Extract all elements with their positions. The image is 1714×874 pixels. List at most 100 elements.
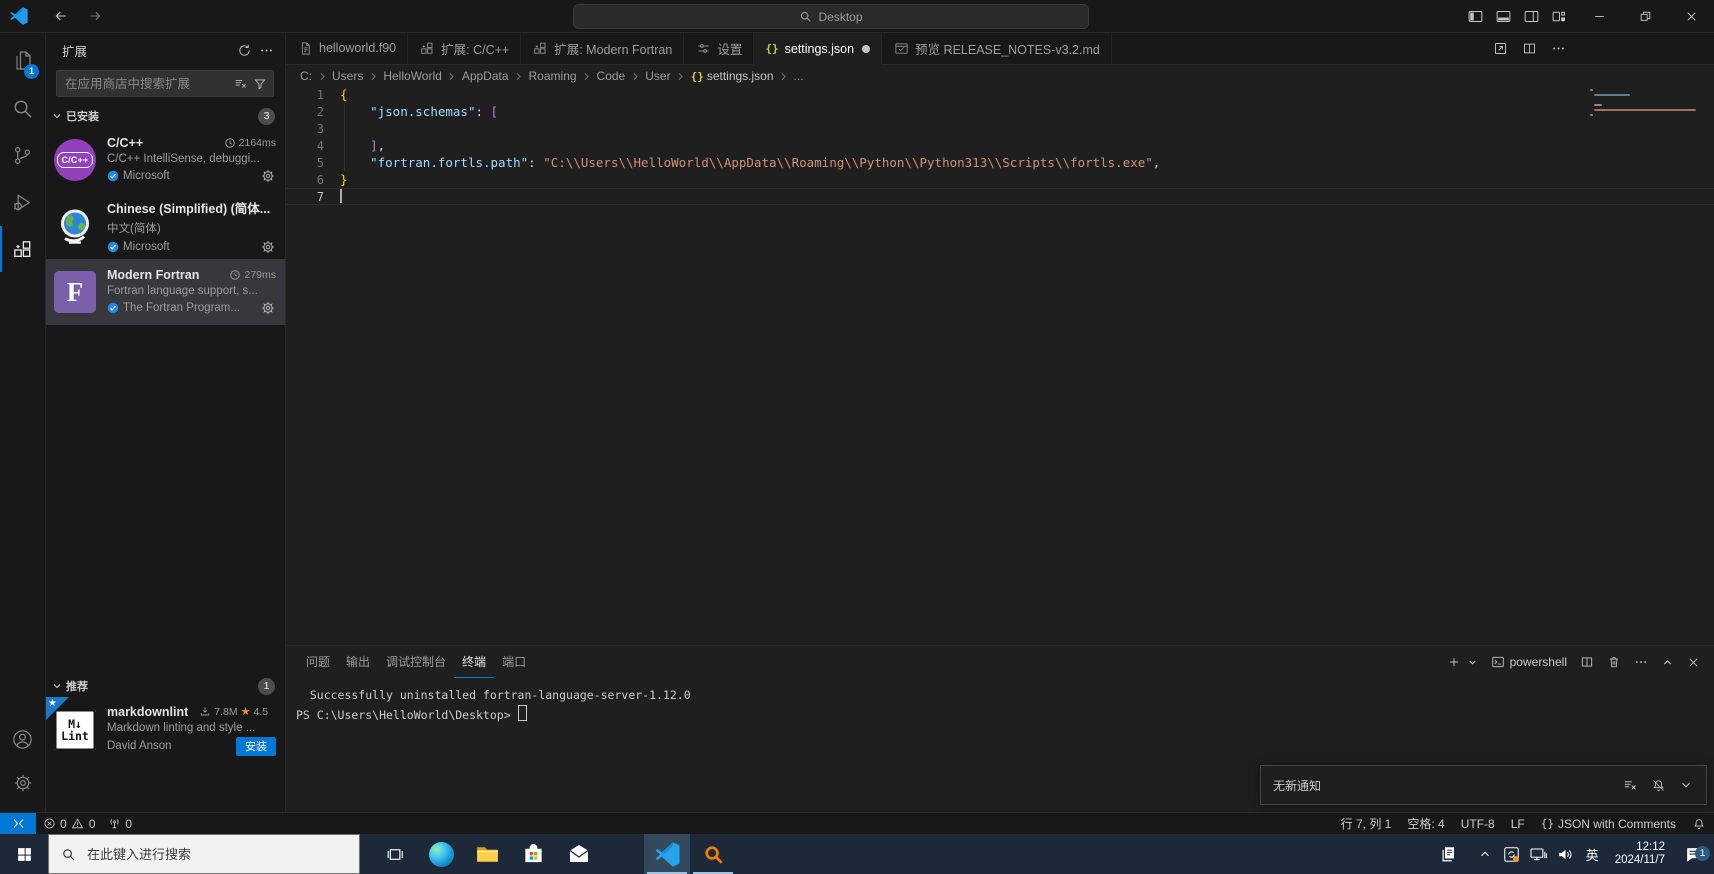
language-mode[interactable]: {} JSON with Comments	[1533, 813, 1684, 835]
edge-icon[interactable]	[418, 834, 464, 874]
vscode-taskbar-icon[interactable]	[644, 834, 690, 874]
extension-item[interactable]: C/C++C/C++2164msC/C++ IntelliSense, debu…	[45, 127, 285, 193]
editor-scrollbar[interactable]	[1700, 86, 1714, 645]
open-changes-icon[interactable]	[1493, 41, 1508, 56]
customize-layout-icon[interactable]	[1551, 8, 1568, 25]
activity-manage[interactable]	[0, 760, 45, 806]
toggle-panel-icon[interactable]	[1495, 8, 1512, 25]
maximize-panel-icon[interactable]	[1661, 656, 1674, 669]
taskbar-search-box[interactable]	[48, 834, 360, 874]
volume-icon[interactable]	[1556, 844, 1576, 864]
close-icon[interactable]	[1668, 0, 1714, 32]
manage-extension-gear-icon[interactable]	[260, 300, 276, 316]
breadcrumb-item[interactable]: C:	[300, 69, 312, 83]
clock[interactable]: 12:12 2024/11/7	[1609, 841, 1671, 867]
panel-tab-调试控制台[interactable]: 调试控制台	[378, 647, 454, 678]
restore-icon[interactable]	[1622, 0, 1668, 32]
tab-设置[interactable]: 设置	[684, 32, 754, 64]
install-button[interactable]: 安装	[236, 737, 276, 756]
extensions-search-box[interactable]	[56, 70, 274, 97]
tab-预览 RELEASE_NOTES-v3.2.md[interactable]: 预览 RELEASE_NOTES-v3.2.md	[882, 32, 1112, 64]
remote-indicator[interactable]	[0, 813, 36, 835]
code-line[interactable]: 7	[286, 188, 1714, 205]
cursor-position[interactable]: 行 7, 列 1	[1333, 813, 1400, 835]
extension-item[interactable]: Chinese (Simplified) (简体...中文(简体)Microso…	[45, 193, 285, 259]
tab-扩展: Modern Fortran[interactable]: 扩展: Modern Fortran	[521, 32, 684, 64]
forward-arrow-icon[interactable]	[87, 8, 103, 24]
activity-explorer[interactable]: 1	[0, 38, 45, 84]
activity-source-control[interactable]	[0, 132, 45, 178]
problems-status[interactable]: 0 0	[36, 813, 101, 835]
minimize-icon[interactable]	[1576, 0, 1622, 32]
manage-extension-gear-icon[interactable]	[260, 168, 276, 184]
tab-helloworld.f90[interactable]: helloworld.f90	[286, 32, 408, 64]
hide-notifications-chevron-icon[interactable]	[1676, 775, 1696, 795]
taskbar-search-input[interactable]	[85, 846, 319, 863]
manage-extension-gear-icon[interactable]	[260, 239, 276, 255]
back-arrow-icon[interactable]	[53, 8, 69, 24]
code-line[interactable]: 3	[286, 120, 1714, 137]
eol-sequence[interactable]: LF	[1503, 813, 1533, 835]
code-line[interactable]: 4 ],	[286, 137, 1714, 154]
new-terminal-icon[interactable]	[1447, 655, 1461, 669]
filter-icon[interactable]	[250, 74, 269, 93]
extensions-search-input[interactable]	[63, 76, 231, 92]
notifications-bell[interactable]	[1684, 813, 1714, 835]
command-center-search[interactable]: Desktop	[573, 4, 1089, 29]
refresh-icon[interactable]	[233, 40, 255, 62]
encoding[interactable]: UTF-8	[1453, 813, 1503, 835]
task-view-button[interactable]	[372, 834, 418, 874]
breadcrumb-item[interactable]: HelloWorld	[383, 69, 441, 83]
tab-扩展: C/C++[interactable]: 扩展: C/C++	[408, 32, 521, 64]
code-line[interactable]: 6}	[286, 171, 1714, 188]
more-actions-icon[interactable]	[1634, 655, 1648, 669]
file-explorer-icon[interactable]	[464, 834, 510, 874]
terminal-instance[interactable]: powershell	[1491, 655, 1567, 669]
action-center-button[interactable]: 1	[1678, 845, 1708, 864]
terminal-output[interactable]: Successfully uninstalled fortran-languag…	[286, 678, 1714, 722]
code-editor[interactable]: 1{2 "json.schemas": [34 ],5 "fortran.for…	[286, 86, 1714, 645]
toggle-sidebar-icon[interactable]	[1467, 8, 1484, 25]
recommended-section-header[interactable]: 推荐 1	[45, 675, 285, 697]
do-not-disturb-icon[interactable]	[1648, 775, 1668, 795]
ime-indicator[interactable]: 英	[1583, 845, 1602, 864]
breadcrumb-file[interactable]: settings.json	[707, 69, 774, 83]
extension-item[interactable]: ★M↓Lintmarkdownlint7.8M★4.5Markdown lint…	[45, 697, 285, 763]
minimap[interactable]	[1590, 89, 1700, 149]
breadcrumb-item[interactable]: Roaming	[529, 69, 577, 83]
launch-profile-chevron-icon[interactable]	[1467, 657, 1478, 668]
microsoft-store-icon[interactable]	[510, 834, 556, 874]
breadcrumb-symbol[interactable]: ...	[794, 69, 804, 83]
everything-search-icon[interactable]	[690, 834, 736, 874]
kill-terminal-icon[interactable]	[1607, 655, 1621, 669]
activity-accounts[interactable]	[0, 716, 45, 762]
network-icon[interactable]	[1529, 844, 1549, 864]
panel-tab-端口[interactable]: 端口	[494, 647, 534, 678]
activity-extensions[interactable]	[0, 226, 45, 272]
close-panel-icon[interactable]	[1687, 656, 1700, 669]
hidden-icons-chevron-icon[interactable]	[1475, 844, 1495, 864]
breadcrumb-item[interactable]: User	[645, 69, 670, 83]
extension-item[interactable]: FModern Fortran279msFortran language sup…	[45, 259, 285, 325]
split-terminal-icon[interactable]	[1580, 655, 1594, 669]
tab-settings.json[interactable]: {}settings.json	[754, 32, 882, 65]
notification-center[interactable]: 无新通知	[1260, 765, 1707, 805]
installed-section-header[interactable]: 已安装 3	[45, 105, 285, 127]
indentation[interactable]: 空格: 4	[1399, 813, 1452, 835]
activity-search[interactable]	[0, 85, 45, 131]
toggle-secondary-sidebar-icon[interactable]	[1523, 8, 1540, 25]
panel-tab-输出[interactable]: 输出	[338, 647, 378, 678]
panel-tab-终端[interactable]: 终端	[454, 647, 494, 678]
code-line[interactable]: 1{	[286, 86, 1714, 103]
split-editor-icon[interactable]	[1522, 41, 1537, 56]
breadcrumb[interactable]: C:UsersHelloWorldAppDataRoamingCodeUser{…	[286, 65, 1714, 87]
documents-tray-icon[interactable]	[1438, 844, 1458, 864]
clear-filter-icon[interactable]	[231, 74, 250, 93]
clear-all-notifications-icon[interactable]	[1620, 775, 1640, 795]
panel-tab-问题[interactable]: 问题	[298, 647, 338, 678]
breadcrumb-item[interactable]: AppData	[462, 69, 509, 83]
breadcrumb-item[interactable]: Users	[332, 69, 363, 83]
more-actions-icon[interactable]	[255, 40, 277, 62]
mail-icon[interactable]	[556, 834, 602, 874]
code-line[interactable]: 5 "fortran.fortls.path": "C:\\Users\\Hel…	[286, 154, 1714, 171]
